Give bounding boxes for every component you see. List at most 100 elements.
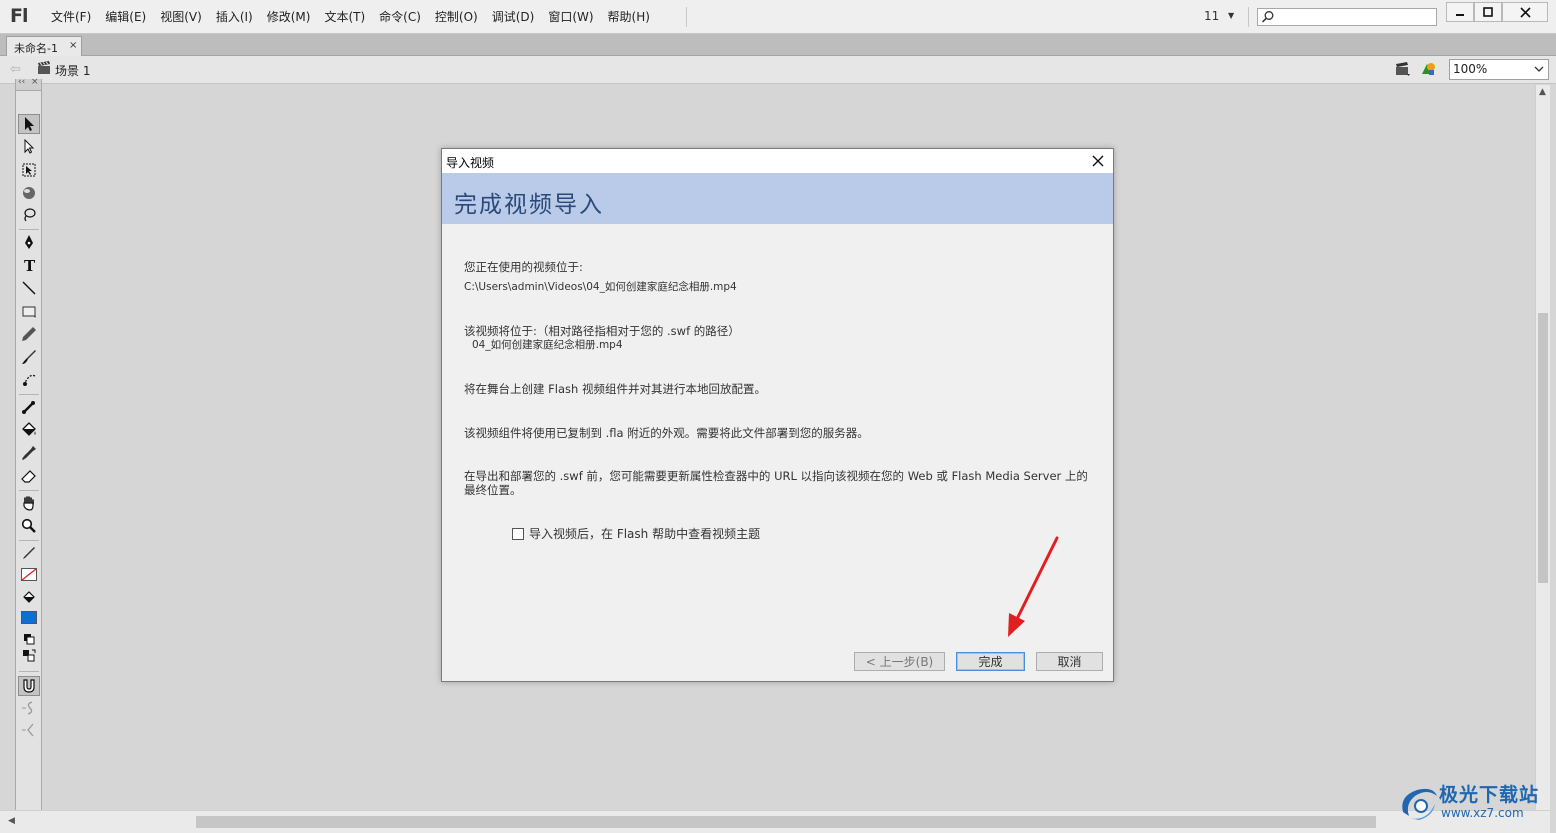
- document-tab-label: 未命名-1: [14, 42, 58, 55]
- scene-label[interactable]: 场景 1: [55, 62, 90, 79]
- free-transform-tool[interactable]: [18, 160, 40, 180]
- tool-separator: [19, 540, 39, 541]
- document-tab-bar: 未命名-1 ×: [0, 34, 1556, 56]
- eraser-tool[interactable]: [18, 466, 40, 486]
- paint-bucket-icon: [22, 422, 36, 436]
- back-button[interactable]: < 上一步(B): [854, 652, 945, 671]
- search-icon: [1261, 11, 1274, 23]
- fill-bucket-icon: [23, 591, 35, 603]
- snap-to-objects-button[interactable]: [18, 676, 40, 696]
- help-topic-checkbox[interactable]: [512, 527, 524, 540]
- menu-view[interactable]: 视图(V): [153, 0, 209, 34]
- zoom-select[interactable]: 100%: [1449, 59, 1549, 80]
- menu-separator: [1248, 7, 1249, 27]
- stroke-color-swatch[interactable]: [18, 565, 40, 585]
- subselection-tool[interactable]: [18, 137, 40, 157]
- straighten-button[interactable]: [18, 720, 40, 740]
- line-icon: [22, 281, 36, 295]
- menu-modify[interactable]: 修改(M): [260, 0, 318, 34]
- caret-down-icon[interactable]: ▼: [1228, 11, 1234, 20]
- dialog-titlebar[interactable]: 导入视频: [442, 149, 1113, 173]
- vertical-scroll-thumb[interactable]: [1538, 313, 1548, 583]
- pen-tool[interactable]: [18, 232, 40, 252]
- maximize-button[interactable]: [1474, 2, 1502, 22]
- scroll-up-icon[interactable]: ▲: [1539, 87, 1546, 97]
- line-tool[interactable]: [18, 278, 40, 298]
- magnifier-icon: [21, 518, 36, 533]
- video-target-path: 04_如何创建家庭纪念相册.mp4: [472, 339, 623, 351]
- main-menu: 文件(F) 编辑(E) 视图(V) 插入(I) 修改(M) 文本(T) 命令(C…: [44, 0, 657, 34]
- brush-tool[interactable]: [18, 347, 40, 367]
- close-icon: [1519, 6, 1531, 18]
- brush-icon: [22, 350, 36, 364]
- paint-bucket-tool[interactable]: [18, 420, 40, 440]
- cancel-button[interactable]: 取消: [1036, 652, 1103, 671]
- watermark: 极光下载站 www.xz7.com: [1395, 778, 1545, 828]
- dialog-heading: 完成视频导入: [454, 192, 604, 218]
- back-arrow-icon[interactable]: ⇦: [10, 62, 21, 77]
- 3d-rotation-tool[interactable]: [18, 183, 40, 203]
- menu-debug[interactable]: 调试(D): [485, 0, 542, 34]
- menu-text[interactable]: 文本(T): [317, 0, 372, 34]
- hand-tool[interactable]: [18, 493, 40, 513]
- lasso-tool[interactable]: [18, 205, 40, 225]
- rectangle-tool[interactable]: [18, 301, 40, 321]
- tools-panel-header[interactable]: ‹‹ ×: [16, 77, 41, 91]
- horizontal-scrollbar[interactable]: ◀: [0, 810, 1550, 833]
- edit-symbols-icon[interactable]: [1421, 61, 1437, 77]
- menu-separator: [686, 7, 687, 27]
- tool-separator: [19, 229, 39, 230]
- selection-tool[interactable]: [18, 114, 40, 134]
- minimize-button[interactable]: [1446, 2, 1474, 22]
- help-search-input[interactable]: [1257, 8, 1437, 26]
- menu-control[interactable]: 控制(O): [428, 0, 485, 34]
- pencil-icon: [22, 327, 36, 341]
- smooth-curve-icon: [22, 701, 33, 715]
- stroke-color-tool[interactable]: [18, 543, 40, 563]
- menu-file[interactable]: 文件(F): [44, 0, 98, 34]
- fill-color-tool[interactable]: [18, 587, 40, 607]
- menu-help[interactable]: 帮助(H): [601, 0, 657, 34]
- workspace-switcher[interactable]: 11: [1204, 9, 1219, 23]
- fill-color-swatch[interactable]: [18, 608, 40, 628]
- close-panel-icon[interactable]: ×: [31, 77, 39, 87]
- deco-tool[interactable]: [18, 370, 40, 390]
- arrow-cursor-icon: [25, 117, 34, 131]
- menu-window[interactable]: 窗口(W): [541, 0, 600, 34]
- dialog-title: 导入视频: [446, 156, 495, 170]
- text-tool[interactable]: T: [18, 255, 40, 275]
- vertical-scrollbar[interactable]: ▲: [1535, 85, 1550, 810]
- help-topic-checkbox-label[interactable]: 导入视频后，在 Flash 帮助中查看视频主题: [529, 525, 760, 542]
- app-logo: Fl: [10, 5, 28, 27]
- eyedropper-icon: [22, 446, 36, 460]
- collapse-icon[interactable]: ‹‹: [18, 77, 25, 87]
- close-icon[interactable]: [1089, 152, 1107, 170]
- menu-insert[interactable]: 插入(I): [209, 0, 260, 34]
- close-window-button[interactable]: [1502, 2, 1548, 22]
- import-video-dialog: 导入视频 完成视频导入 您正在使用的视频位于: C:\Users\admin\V…: [441, 148, 1114, 682]
- zoom-tool[interactable]: [18, 516, 40, 536]
- pencil-tool[interactable]: [18, 324, 40, 344]
- watermark-title: 极光下载站: [1439, 784, 1540, 806]
- video-location-path: C:\Users\admin\Videos\04_如何创建家庭纪念相册.mp4: [464, 281, 737, 293]
- smooth-button[interactable]: [18, 698, 40, 718]
- finish-button[interactable]: 完成: [956, 652, 1025, 671]
- text-icon: T: [24, 257, 36, 273]
- menu-commands[interactable]: 命令(C): [372, 0, 428, 34]
- scroll-left-icon[interactable]: ◀: [8, 816, 15, 826]
- default-colors-icon: [24, 634, 35, 645]
- help-topic-checkbox-row[interactable]: 导入视频后，在 Flash 帮助中查看视频主题: [512, 525, 760, 542]
- tab-close-icon[interactable]: ×: [69, 40, 77, 51]
- edit-scene-icon[interactable]: [1395, 61, 1411, 77]
- zoom-value: 100%: [1453, 62, 1488, 76]
- document-tab[interactable]: 未命名-1 ×: [6, 36, 82, 56]
- bone-tool[interactable]: [18, 397, 40, 417]
- swap-colors-button[interactable]: [18, 646, 40, 666]
- svg-text:T: T: [24, 257, 36, 273]
- info-export: 在导出和部署您的 .swf 前，您可能需要更新属性检查器中的 URL 以指向该视…: [464, 469, 1088, 497]
- horizontal-scroll-thumb[interactable]: [196, 816, 1376, 828]
- eyedropper-tool[interactable]: [18, 443, 40, 463]
- magnet-icon: [23, 679, 35, 693]
- menu-edit[interactable]: 编辑(E): [98, 0, 153, 34]
- info-skin: 该视频组件将使用已复制到 .fla 附近的外观。需要将此文件部署到您的服务器。: [464, 426, 869, 440]
